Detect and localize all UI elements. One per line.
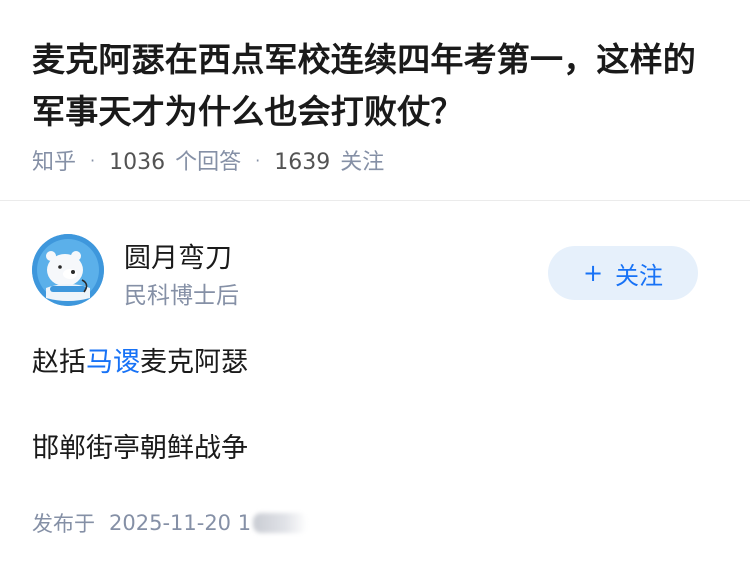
question-meta: 知乎 · 1036 个回答 · 1639 关注 <box>32 142 384 178</box>
separator-dot: · <box>255 150 261 170</box>
avatar-icon <box>32 234 104 306</box>
author-bio: 民科博士后 <box>124 283 239 309</box>
answer-text: 麦克阿瑟 <box>140 347 248 378</box>
followers-count-value: 1639 <box>274 150 331 175</box>
answer-link[interactable]: 马谡 <box>86 347 140 378</box>
publish-label: 发布于 <box>32 512 95 536</box>
follow-button-label: 关注 <box>615 261 664 290</box>
author-row: 圆月弯刀 民科博士后 + 关注 <box>32 234 718 314</box>
separator-dot: · <box>90 150 96 170</box>
question-title: 麦克阿瑟在西点军校连续四年考第一，这样的军事天才为什么也会打败仗？ <box>32 40 696 131</box>
publish-info: 发布于 2025-11-20 1 <box>32 508 308 538</box>
author-name[interactable]: 圆月弯刀 <box>124 236 232 275</box>
answers-count[interactable]: 1036 个回答 <box>109 144 241 176</box>
followers-count[interactable]: 1639 关注 <box>274 144 384 176</box>
answers-count-value: 1036 <box>109 150 166 175</box>
answer-line-2: 邯郸街亭朝鲜战争 <box>32 433 248 464</box>
plus-icon: + <box>582 259 604 287</box>
source-label[interactable]: 知乎 <box>32 144 76 176</box>
follow-button[interactable]: + 关注 <box>548 246 698 300</box>
followers-count-label: 关注 <box>340 150 385 175</box>
avatar[interactable] <box>32 234 104 306</box>
divider <box>0 200 750 201</box>
blurred-time-mask <box>253 513 308 533</box>
answer-line-1: 赵括马谡麦克阿瑟 <box>32 340 248 379</box>
answer-text: 赵括 <box>32 347 86 378</box>
answers-count-label: 个回答 <box>175 150 242 175</box>
publish-time: 2025-11-20 1 <box>109 511 252 535</box>
